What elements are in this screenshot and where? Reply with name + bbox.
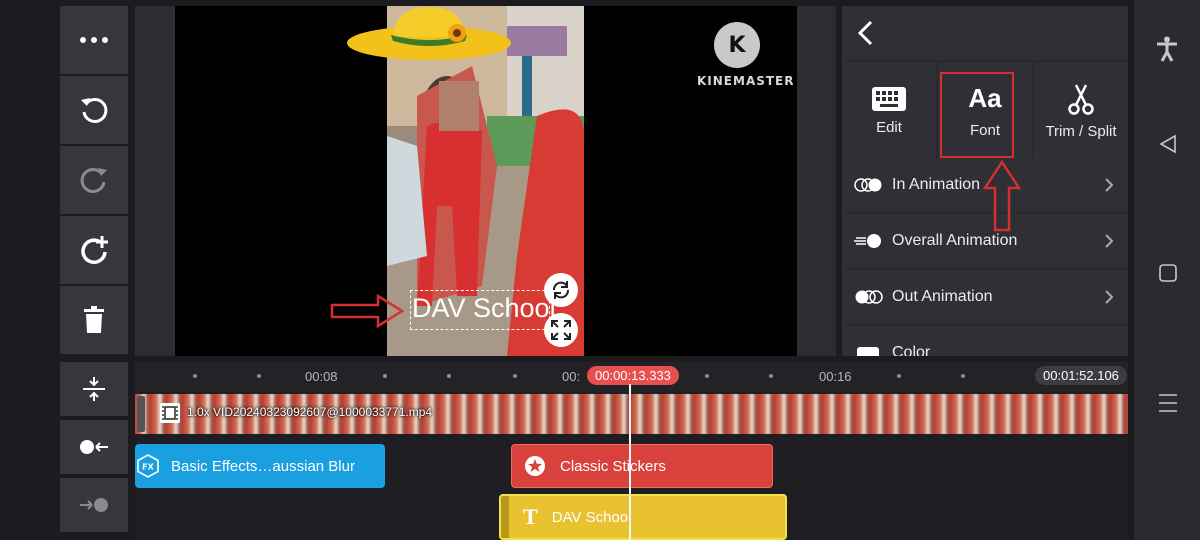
resize-handle[interactable] xyxy=(544,313,578,347)
rotate-handle[interactable] xyxy=(544,273,578,307)
redo-icon xyxy=(80,167,107,193)
ruler-dot xyxy=(257,374,261,378)
ruler-dot xyxy=(383,374,387,378)
text-clip-trim-handle[interactable] xyxy=(501,496,509,538)
kinemaster-logo-icon: K xyxy=(714,22,760,68)
total-duration-badge: 00:01:52.106 xyxy=(1035,366,1127,385)
trash-icon xyxy=(84,306,104,333)
text-clip-selected[interactable]: T DAV School xyxy=(499,494,787,540)
undo-button[interactable] xyxy=(60,76,128,144)
film-clip-icon xyxy=(160,403,180,423)
edit-tool-label: Edit xyxy=(876,118,902,136)
undo-icon xyxy=(81,97,108,123)
scissors-icon xyxy=(1068,83,1094,115)
sun-hat-sticker[interactable] xyxy=(345,5,513,63)
color-swatch-icon xyxy=(854,341,884,356)
keyframe-in-icon xyxy=(80,440,108,454)
edit-text-tool-button[interactable]: Edit xyxy=(842,62,936,160)
rotate-add-icon xyxy=(81,236,108,264)
out-animation-label: Out Animation xyxy=(892,288,993,305)
recents-lines-icon[interactable] xyxy=(1157,392,1179,414)
ruler-time-label: 00:08 xyxy=(305,369,338,384)
kinemaster-watermark-text: KINEMASTER xyxy=(697,74,795,88)
text-layer-content[interactable]: DAV School xyxy=(412,293,556,324)
sticker-clip-label: Classic Stickers xyxy=(560,457,666,475)
back-triangle-icon[interactable] xyxy=(1158,134,1178,154)
color-label: Color xyxy=(892,344,931,356)
ruler-dot xyxy=(513,374,517,378)
trim-split-tool-button[interactable]: Trim / Split xyxy=(1034,62,1128,160)
accessibility-icon[interactable] xyxy=(1156,36,1178,62)
playhead-time-badge[interactable]: 00:00:13.333 xyxy=(587,366,679,385)
keyframe-out-button[interactable] xyxy=(60,478,128,532)
more-options-button[interactable] xyxy=(60,6,128,74)
system-navigation-bar xyxy=(1134,0,1200,540)
fx-effect-icon: FX xyxy=(137,454,159,478)
color-menu-item[interactable]: Color xyxy=(842,326,1128,356)
ruler-dot xyxy=(447,374,451,378)
kinemaster-watermark: K KINEMASTER xyxy=(697,22,795,88)
ruler-dot xyxy=(193,374,197,378)
chevron-right-icon xyxy=(1105,290,1114,304)
back-chevron-icon[interactable] xyxy=(856,20,876,46)
in-animation-icon xyxy=(854,177,884,193)
annotation-arrow-right-icon xyxy=(330,294,404,328)
ruler-dot xyxy=(705,374,709,378)
panel-header xyxy=(842,6,1128,60)
ruler-time-label: 00:16 xyxy=(819,369,852,384)
trim-split-tool-label: Trim / Split xyxy=(1045,122,1117,140)
rotate-icon xyxy=(553,281,569,299)
out-animation-menu-item[interactable]: Out Animation xyxy=(842,270,1128,324)
sticker-icon xyxy=(525,456,545,476)
sticker-clip[interactable]: Classic Stickers xyxy=(511,444,773,488)
chevron-right-icon xyxy=(1105,178,1114,192)
clip-trim-handle[interactable] xyxy=(137,396,145,432)
keyframe-out-icon xyxy=(80,498,108,512)
home-square-icon[interactable] xyxy=(1158,263,1178,283)
timeline[interactable]: 00:08 00: 00:16 00:00:13.333 00:01:52.10… xyxy=(135,362,1128,540)
keyboard-icon xyxy=(872,86,906,111)
more-dots-icon xyxy=(80,37,108,43)
ruler-dot xyxy=(961,374,965,378)
redo-button[interactable] xyxy=(60,146,128,214)
playhead-line[interactable] xyxy=(629,384,631,540)
split-view-icon xyxy=(83,377,105,401)
kinemaster-logo-letter: K xyxy=(728,32,746,58)
delete-button[interactable] xyxy=(60,286,128,354)
video-clip-label: 1.0x VID20240323092607@1000033771.mp4 xyxy=(187,405,433,419)
keyframe-in-button[interactable] xyxy=(60,420,128,474)
fx-effect-glyph: FX xyxy=(142,463,154,472)
text-clip-label: DAV School xyxy=(551,508,632,526)
overall-animation-icon xyxy=(854,233,884,249)
overall-animation-label: Overall Animation xyxy=(892,232,1018,249)
ruler-time-label: 00: xyxy=(562,369,581,384)
text-type-icon: T xyxy=(523,504,538,529)
ruler-dot xyxy=(769,374,773,378)
effects-clip[interactable]: FX Basic Effects…aussian Blur xyxy=(135,444,385,488)
effects-clip-label: Basic Effects…aussian Blur xyxy=(171,457,355,475)
out-animation-icon xyxy=(854,289,884,305)
annotation-arrow-up-icon xyxy=(983,160,1021,232)
annotation-highlight-box xyxy=(940,72,1014,158)
chevron-right-icon xyxy=(1105,234,1114,248)
ruler-dot xyxy=(897,374,901,378)
timeline-split-view-button[interactable] xyxy=(60,362,128,416)
add-layer-button[interactable] xyxy=(60,216,128,284)
expand-icon xyxy=(551,320,571,340)
